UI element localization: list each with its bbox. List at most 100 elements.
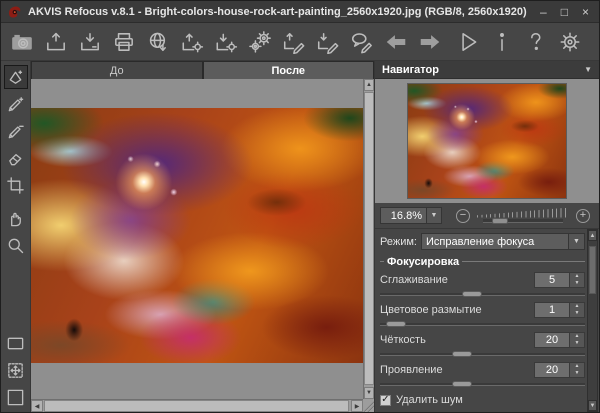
save-image-button[interactable] [77,29,103,55]
color-blur-slider[interactable] [380,320,585,328]
zoom-slider[interactable] [477,207,569,225]
crop-tool[interactable] [4,173,28,197]
settings-scroll-up-icon[interactable]: ▲ [588,230,597,241]
eraser-icon [6,149,25,168]
preferences-button[interactable] [557,29,583,55]
save-preset-button[interactable] [213,29,239,55]
zoom-value: 16.8% [381,210,426,222]
question-icon [524,30,548,54]
minimize-button[interactable]: – [540,3,547,21]
focus-area-tool[interactable] [4,92,28,116]
title-bar: AKVIS Refocus v.8.1 - Bright-colors-hous… [1,1,599,23]
tray-down-pencil-icon [316,30,340,54]
tab-after[interactable]: После [203,61,375,79]
param-development: Проявление 20 ▲▼ [380,361,585,388]
help-button[interactable] [523,29,549,55]
zoom-slider-thumb[interactable] [492,218,508,224]
redo-button[interactable] [417,29,443,55]
info-button[interactable] [489,29,515,55]
sharpness-slider[interactable] [380,350,585,358]
zoom-tool[interactable] [4,233,28,257]
undo-button[interactable] [383,29,409,55]
tab-before[interactable]: До [31,61,203,79]
import-settings-button[interactable] [315,29,341,55]
zoom-value-combo[interactable]: 16.8% ▼ [380,207,442,224]
sharpness-spinner[interactable]: ▲▼ [570,332,585,348]
app-logo-icon [7,4,22,19]
load-preset-button[interactable] [179,29,205,55]
scroll-left-icon[interactable]: ◀ [31,400,43,412]
image-viewport: ▲ ▼ ◀ ▶ [31,79,374,412]
scroll-down-icon[interactable]: ▼ [364,387,374,399]
export-settings-button[interactable] [281,29,307,55]
remove-noise-row: ✓ Удалить шум [380,392,585,408]
bubble-pencil-icon [350,30,374,54]
open-image-button[interactable] [43,29,69,55]
close-button[interactable]: × [582,3,589,21]
settings-scrollbar[interactable]: ▲ ▼ [587,229,598,412]
preview-size-button[interactable] [4,358,28,382]
import-from-web-button[interactable] [145,29,171,55]
gears-icon [248,30,272,54]
vertical-scrollbar[interactable]: ▲ ▼ [363,79,374,399]
defocus-area-tool[interactable] [4,119,28,143]
navigator-preview [375,79,599,203]
camera-icon [10,30,34,54]
defocus-section-header: Расфокусировка [380,411,585,412]
zoom-dropdown-icon[interactable]: ▼ [426,208,441,223]
horizontal-scrollbar[interactable]: ◀ ▶ [31,399,363,412]
zoom-out-button[interactable]: − [456,209,470,223]
settings-scroll-thumb[interactable] [589,246,596,294]
settings-panel: Режим: Исправление фокуса ▼ Фокусировка … [380,229,585,412]
hand-tool[interactable] [4,206,28,230]
remove-noise-checkbox[interactable]: ✓ [380,395,391,406]
color-blur-value[interactable]: 1 [534,302,570,318]
development-value[interactable]: 20 [534,362,570,378]
edited-image[interactable] [31,108,363,363]
scroll-right-icon[interactable]: ▶ [351,400,363,412]
crop-icon [6,176,25,195]
navigator-thumbnail[interactable] [408,84,566,198]
navigator-header[interactable]: Навигатор ▼ [375,61,599,79]
view-tabs: До После [31,61,374,79]
main-toolbar [1,24,599,61]
pencil-minus-icon [6,122,25,141]
play-icon [456,30,480,54]
camera-button[interactable] [9,29,35,55]
zoom-in-button[interactable]: + [576,209,590,223]
mode-label: Режим: [380,236,417,248]
settings-scroll-down-icon[interactable]: ▼ [588,400,597,411]
vertical-scroll-thumb[interactable] [364,92,374,385]
tool-strip [1,61,31,412]
tray-up-gear-icon [180,30,204,54]
scroll-up-icon[interactable]: ▲ [364,79,374,91]
print-button[interactable] [111,29,137,55]
smoothing-slider[interactable] [380,290,585,298]
preview-brush-tool[interactable] [4,65,28,89]
image-area: До После ▲ ▼ ◀ ▶ [31,61,374,412]
navigator-collapse-icon[interactable]: ▼ [584,65,592,74]
preview-brush-icon [6,68,25,87]
color-blur-spinner[interactable]: ▲▼ [570,302,585,318]
preview-window-toggle[interactable] [4,331,28,355]
horizontal-scroll-thumb[interactable] [44,400,349,412]
color-swatch[interactable] [4,385,28,409]
maximize-button[interactable]: □ [561,3,568,21]
mode-combo[interactable]: Исправление фокуса ▼ [421,233,585,250]
development-slider[interactable] [380,380,585,388]
right-panel: Навигатор ▼ 16.8% ▼ − + Режим: Исправле [374,61,599,412]
sharpness-value[interactable]: 20 [534,332,570,348]
development-spinner[interactable]: ▲▼ [570,362,585,378]
batch-processing-button[interactable] [247,29,273,55]
eraser-tool[interactable] [4,146,28,170]
smoothing-value[interactable]: 5 [534,272,570,288]
param-smoothing: Сглаживание 5 ▲▼ [380,271,585,298]
remove-noise-label: Удалить шум [396,394,463,406]
globe-download-icon [146,30,170,54]
mode-dropdown-icon[interactable]: ▼ [568,234,584,249]
smoothing-spinner[interactable]: ▲▼ [570,272,585,288]
publish-button[interactable] [349,29,375,55]
resize-grip[interactable] [363,399,374,412]
info-icon [490,30,514,54]
run-button[interactable] [455,29,481,55]
